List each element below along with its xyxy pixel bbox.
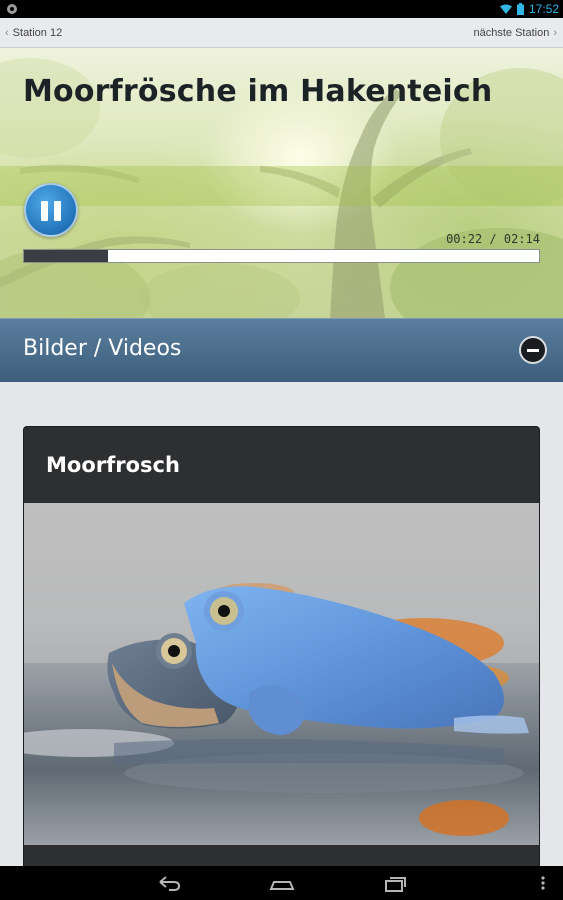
moorfrosch-photo[interactable] bbox=[24, 503, 539, 845]
collapse-button[interactable] bbox=[519, 336, 547, 364]
audio-progress-bar[interactable] bbox=[23, 249, 540, 263]
media-section-header[interactable]: Bilder / Videos bbox=[0, 318, 563, 382]
status-bar: 17:52 bbox=[0, 0, 563, 18]
battery-icon bbox=[516, 3, 524, 15]
next-station-label: nächste Station bbox=[473, 27, 550, 39]
app-screen: ‹ Station 12 nächste Station › Moorfrösc bbox=[0, 18, 563, 866]
android-debug-icon bbox=[7, 4, 17, 14]
minus-icon bbox=[527, 349, 539, 352]
frog-image bbox=[24, 503, 539, 845]
chevron-left-icon: ‹ bbox=[5, 27, 9, 39]
audio-player-hero: Moorfrösche im Hakenteich 00:22 / 02:14 bbox=[0, 48, 563, 318]
pause-button[interactable] bbox=[24, 183, 78, 237]
section-title: Bilder / Videos bbox=[23, 336, 182, 361]
previous-station-label: Station 12 bbox=[12, 27, 63, 39]
next-station-link[interactable]: nächste Station › bbox=[473, 27, 557, 39]
pause-icon bbox=[41, 201, 48, 221]
home-icon[interactable] bbox=[268, 874, 296, 892]
wifi-icon bbox=[499, 4, 512, 14]
media-card-title: Moorfrosch bbox=[46, 453, 180, 477]
clock: 17:52 bbox=[528, 2, 559, 16]
status-indicators: 17:52 bbox=[499, 2, 559, 16]
system-navigation-bar bbox=[0, 866, 563, 900]
media-card[interactable]: Moorfrosch bbox=[23, 426, 540, 866]
previous-station-link[interactable]: ‹ Station 12 bbox=[5, 27, 62, 39]
audio-progress-fill bbox=[24, 250, 109, 262]
overflow-menu-icon[interactable] bbox=[540, 874, 546, 892]
media-card-footer bbox=[24, 845, 539, 866]
recent-apps-icon[interactable] bbox=[383, 874, 409, 892]
playback-time: 00:22 / 02:14 bbox=[446, 232, 540, 246]
chevron-right-icon: › bbox=[553, 27, 557, 39]
back-icon[interactable] bbox=[156, 874, 182, 892]
station-title: Moorfrösche im Hakenteich bbox=[23, 74, 493, 109]
station-navigation-bar: ‹ Station 12 nächste Station › bbox=[0, 18, 563, 48]
pause-icon-bar bbox=[54, 201, 61, 221]
